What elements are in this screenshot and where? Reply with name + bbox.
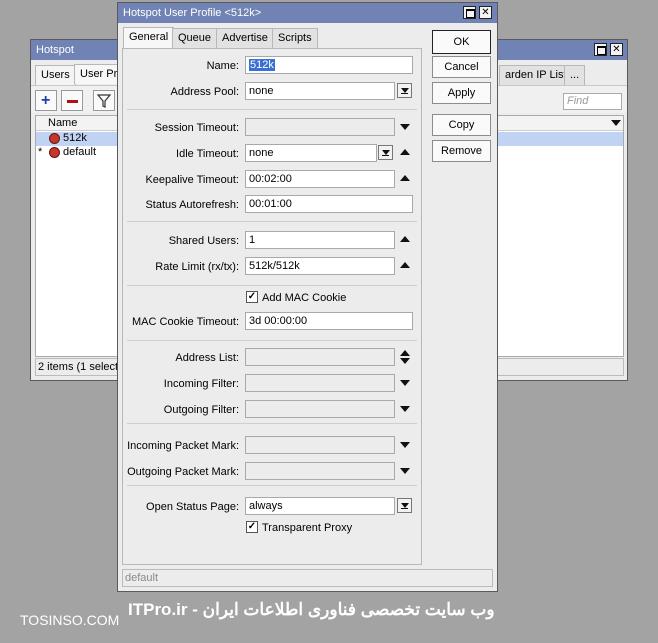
watermark-right: ITPro.ir - وب سایت تخصصی فناوری اطلاعات … [128,600,495,619]
find-input[interactable]: Find [563,93,622,110]
outgoing-packet-mark-expand-icon[interactable] [400,468,410,474]
outgoing-packet-mark-input[interactable] [245,462,395,480]
plus-icon: + [41,92,51,109]
find-placeholder: Find [567,95,589,107]
column-menu-icon[interactable] [611,120,621,126]
profile-icon [49,147,60,158]
rate-limit-label: Rate Limit (rx/tx): [155,261,239,273]
tab-advertise[interactable]: Advertise [216,28,274,48]
idle-timeout-select[interactable]: none [245,144,377,162]
hotspot-status-text: 2 items (1 selecte [38,361,125,373]
row-name: default [63,146,97,158]
separator [127,340,417,341]
session-timeout-input[interactable] [245,118,395,136]
tab-walled-garden-ip-list[interactable]: arden IP List [499,65,573,85]
status-autorefresh-input[interactable]: 00:01:00 [245,195,413,213]
row-marker: * [38,146,43,158]
separator [127,285,417,286]
tab-more[interactable]: ... [564,65,586,85]
profile-dialog: Hotspot User Profile <512k> ✕ General Qu… [117,2,498,592]
idle-timeout-label: Idle Timeout: [176,148,239,160]
open-status-page-dropdown-icon[interactable] [397,498,412,513]
open-status-page-select[interactable]: always [245,497,395,515]
add-button[interactable]: + [35,90,57,111]
transparent-proxy-label: Transparent Proxy [262,522,353,534]
close-icon[interactable]: ✕ [610,43,623,56]
incoming-filter-input[interactable] [245,374,395,392]
tab-scripts[interactable]: Scripts [272,28,318,48]
incoming-filter-expand-icon[interactable] [400,380,410,386]
filter-button[interactable] [93,90,115,111]
outgoing-filter-expand-icon[interactable] [400,406,410,412]
outgoing-packet-mark-label: Outgoing Packet Mark: [127,466,239,478]
address-pool-label: Address Pool: [170,86,239,98]
profile-dialog-statusbar: default [122,569,493,587]
separator [127,423,417,424]
incoming-packet-mark-input[interactable] [245,436,395,454]
separator [127,109,417,110]
maximize-icon[interactable] [463,6,476,19]
incoming-packet-mark-expand-icon[interactable] [400,442,410,448]
profile-icon [49,133,60,144]
filter-icon [97,94,111,108]
maximize-icon[interactable] [594,43,607,56]
incoming-filter-label: Incoming Filter: [163,378,239,390]
idle-timeout-collapse-icon[interactable] [400,149,410,155]
name-input[interactable]: 512k [245,56,413,74]
rate-limit-input[interactable]: 512k/512k [245,257,395,275]
separator [127,485,417,486]
add-mac-cookie-checkbox[interactable]: ✓ [246,291,258,303]
outgoing-filter-input[interactable] [245,400,395,418]
add-mac-cookie-label: Add MAC Cookie [262,292,347,304]
column-name[interactable]: Name [48,117,77,129]
minus-icon [67,100,78,103]
keepalive-timeout-collapse-icon[interactable] [400,175,410,181]
tab-general[interactable]: General [123,27,175,48]
hotspot-title: Hotspot [36,44,74,56]
separator [127,221,417,222]
profile-dialog-status-text: default [125,572,159,584]
address-list-input[interactable] [245,348,395,366]
apply-button[interactable]: Apply [432,82,491,104]
idle-timeout-dropdown-icon[interactable] [378,145,393,160]
cancel-button[interactable]: Cancel [432,56,491,78]
profile-dialog-title: Hotspot User Profile <512k> [123,7,262,19]
shared-users-collapse-icon[interactable] [400,236,410,242]
address-pool-dropdown-icon[interactable] [397,83,412,98]
keepalive-timeout-input[interactable]: 00:02:00 [245,170,395,188]
close-icon[interactable]: ✕ [479,6,492,19]
tab-users[interactable]: Users [35,65,76,85]
session-timeout-expand-icon[interactable] [400,124,410,130]
profile-dialog-titlebar[interactable]: Hotspot User Profile <512k> ✕ [118,3,497,23]
incoming-packet-mark-label: Incoming Packet Mark: [127,440,239,452]
ok-button[interactable]: OK [432,30,491,54]
open-status-page-label: Open Status Page: [146,501,239,513]
row-name: 512k [63,132,87,144]
copy-button[interactable]: Copy [432,114,491,136]
remove-button[interactable] [61,90,83,111]
transparent-proxy-checkbox[interactable]: ✓ [246,521,258,533]
remove-button[interactable]: Remove [432,140,491,162]
address-list-toggle-icon[interactable] [400,350,410,364]
session-timeout-label: Session Timeout: [154,122,239,134]
shared-users-label: Shared Users: [168,235,239,247]
keepalive-timeout-label: Keepalive Timeout: [145,174,239,186]
outgoing-filter-label: Outgoing Filter: [163,404,239,416]
tab-queue[interactable]: Queue [172,28,218,48]
watermark-left: TOSINSO.COM [20,612,120,628]
address-list-label: Address List: [175,352,239,364]
name-label: Name: [206,60,239,72]
mac-cookie-timeout-label: MAC Cookie Timeout: [132,316,239,328]
rate-limit-collapse-icon[interactable] [400,262,410,268]
address-pool-select[interactable]: none [245,82,395,100]
status-autorefresh-label: Status Autorefresh: [145,199,239,211]
name-value: 512k [249,59,275,71]
mac-cookie-timeout-input[interactable]: 3d 00:00:00 [245,312,413,330]
shared-users-input[interactable]: 1 [245,231,395,249]
